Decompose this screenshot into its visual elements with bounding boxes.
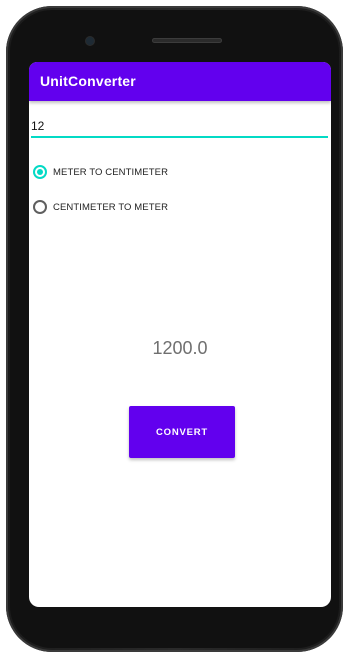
front-camera-icon — [86, 37, 94, 45]
radio-checked-icon[interactable] — [33, 165, 47, 179]
radio-unchecked-icon[interactable] — [33, 200, 47, 214]
result-text: 1200.0 — [152, 338, 208, 358]
option-meter-to-centimeter[interactable]: METER TO CENTIMETER — [33, 163, 168, 181]
app-bar: UnitConverter — [29, 62, 331, 101]
value-input-container — [31, 116, 328, 138]
option-label: CENTIMETER TO METER — [53, 201, 169, 213]
earpiece-speaker — [152, 38, 222, 43]
option-label: METER TO CENTIMETER — [53, 166, 169, 178]
app-screen: UnitConverter METER TO CENTIMETER CENTIM… — [29, 62, 331, 607]
convert-button[interactable]: CONVERT — [129, 406, 235, 458]
option-centimeter-to-meter[interactable]: CENTIMETER TO METER — [33, 198, 168, 216]
value-input[interactable] — [31, 116, 328, 136]
app-title: UnitConverter — [40, 73, 136, 89]
